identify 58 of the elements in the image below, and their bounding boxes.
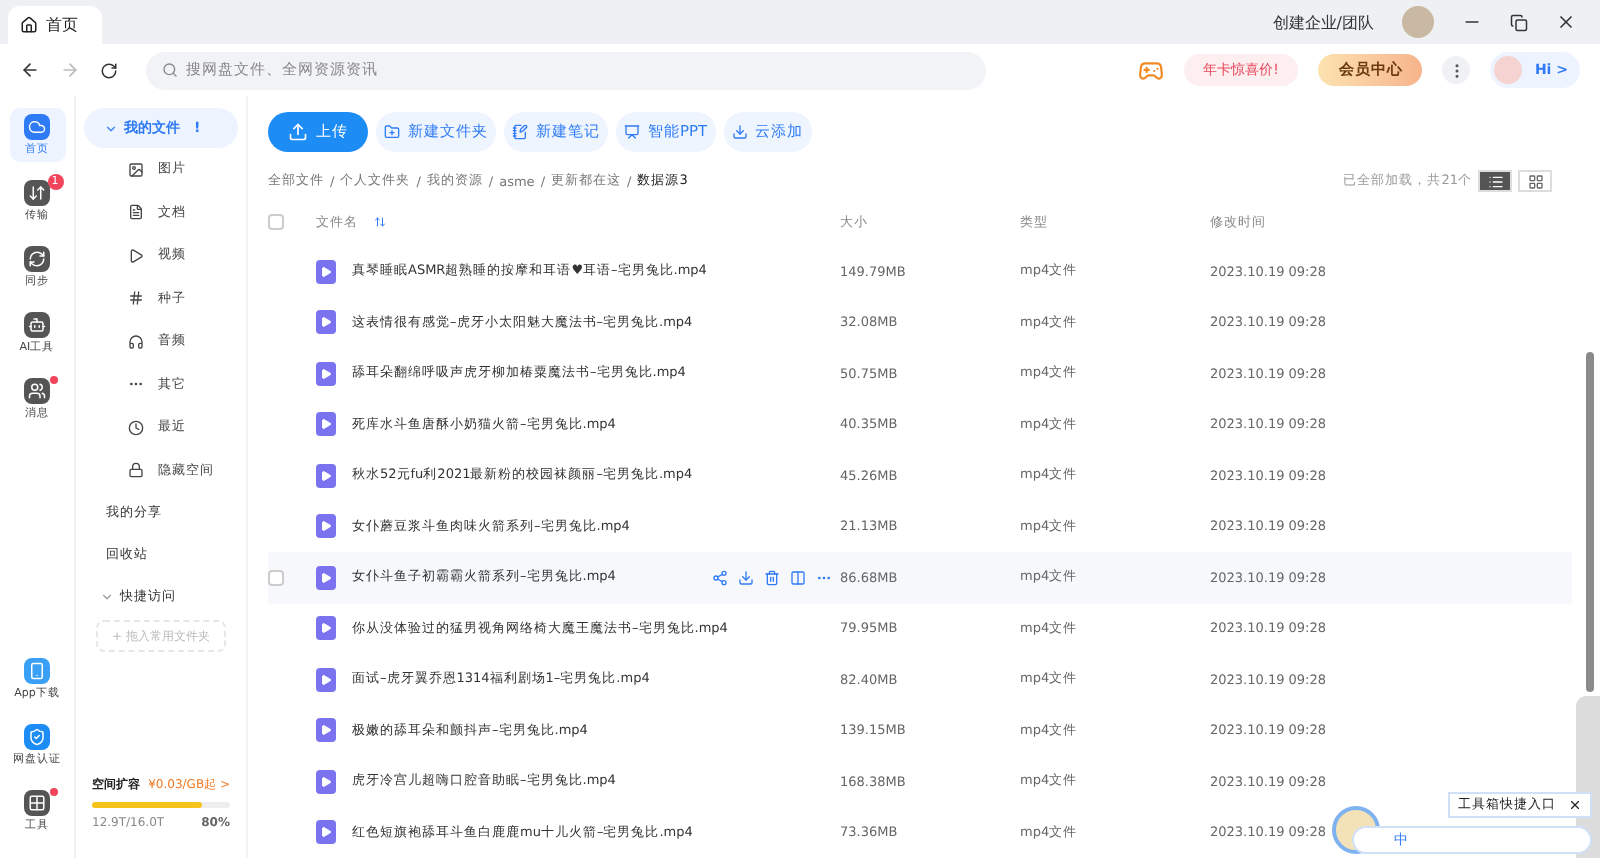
share-icon[interactable] xyxy=(712,569,728,586)
video-file-icon xyxy=(316,769,336,794)
video-file-icon xyxy=(316,667,336,692)
home-tab[interactable]: 首页 xyxy=(8,6,102,44)
gamepad-icon[interactable] xyxy=(1137,57,1164,83)
shield-icon xyxy=(24,724,50,750)
grid-icon xyxy=(1527,173,1543,190)
cloud-icon xyxy=(24,114,50,140)
home-icon xyxy=(20,16,38,34)
category-icon xyxy=(128,333,144,350)
search-icon xyxy=(162,62,178,78)
category-icon xyxy=(128,247,144,264)
video-file-icon xyxy=(316,259,336,284)
category-icon xyxy=(128,419,144,436)
phone-icon xyxy=(24,658,50,684)
upload-icon xyxy=(288,122,308,142)
row-checkbox[interactable] xyxy=(268,569,284,586)
chevron-icon xyxy=(104,121,118,135)
back-icon[interactable] xyxy=(20,60,40,80)
video-file-icon xyxy=(316,514,336,539)
video-file-icon xyxy=(316,361,336,386)
sync-icon xyxy=(24,246,50,272)
robot-icon xyxy=(24,312,50,338)
scrollbar[interactable] xyxy=(1586,352,1594,692)
download-icon[interactable] xyxy=(738,569,754,586)
chevron-icon xyxy=(100,589,114,603)
slides-icon xyxy=(624,124,640,140)
video-file-icon xyxy=(316,310,336,335)
users-icon xyxy=(24,378,50,404)
video-file-icon xyxy=(316,820,336,845)
video-file-icon xyxy=(316,616,336,641)
refresh-icon[interactable] xyxy=(100,61,118,79)
list-view-button[interactable] xyxy=(1478,170,1512,193)
video-file-icon xyxy=(316,463,336,488)
category-icon xyxy=(128,290,144,307)
video-file-icon xyxy=(316,565,336,590)
category-icon xyxy=(128,462,144,479)
download-icon xyxy=(731,124,748,140)
category-icon xyxy=(128,161,144,178)
video-file-icon xyxy=(316,412,336,437)
select-all-checkbox[interactable] xyxy=(268,214,284,231)
sort-icon[interactable] xyxy=(374,216,386,229)
grid-icon xyxy=(24,790,50,816)
close-icon[interactable] xyxy=(1556,12,1576,32)
video-file-icon xyxy=(316,718,336,743)
transfer-icon xyxy=(24,180,50,206)
grid-view-button[interactable] xyxy=(1518,170,1552,193)
restore-icon[interactable] xyxy=(1510,13,1528,31)
trash-icon[interactable] xyxy=(764,569,780,586)
forward-icon[interactable] xyxy=(60,60,80,80)
folder-plus-icon xyxy=(384,124,400,140)
columns-icon[interactable] xyxy=(790,569,806,586)
list-icon xyxy=(1487,173,1503,190)
close-icon[interactable] xyxy=(1568,798,1582,812)
note-icon xyxy=(512,124,528,140)
more-button[interactable] xyxy=(1442,56,1471,84)
category-icon xyxy=(128,204,144,221)
create-team-link[interactable]: 创建企业/团队 xyxy=(1272,11,1374,33)
